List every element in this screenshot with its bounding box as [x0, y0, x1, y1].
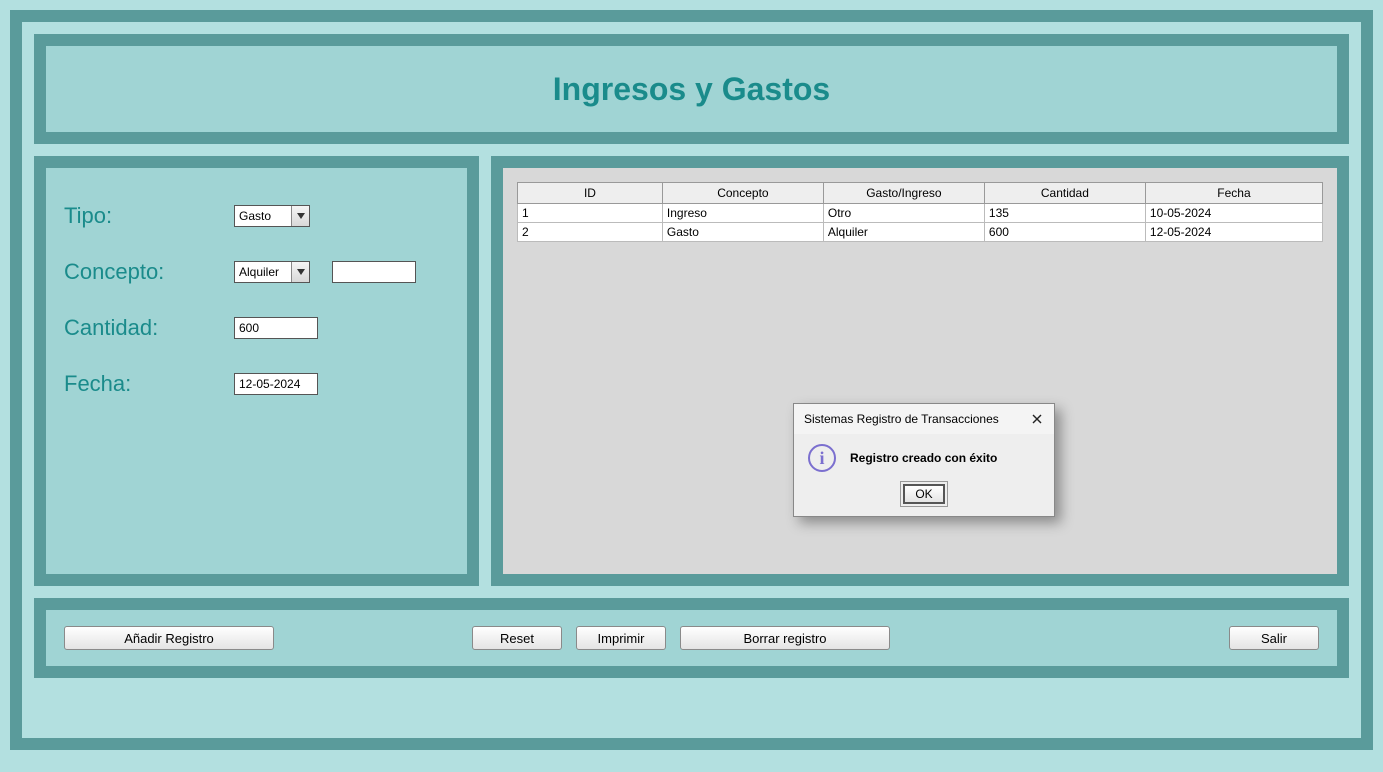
table-row[interactable]: 2 Gasto Alquiler 600 12-05-2024: [518, 223, 1323, 242]
label-concepto: Concepto:: [64, 259, 234, 285]
chevron-down-icon: [291, 206, 309, 226]
th-cantidad[interactable]: Cantidad: [984, 183, 1145, 204]
exit-button[interactable]: Salir: [1229, 626, 1319, 650]
table-panel: ID Concepto Gasto/Ingreso Cantidad Fecha…: [491, 156, 1349, 586]
row-concepto: Concepto: Alquiler: [64, 244, 449, 300]
th-gi[interactable]: Gasto/Ingreso: [823, 183, 984, 204]
confirmation-dialog: Sistemas Registro de Transacciones i Reg…: [793, 403, 1055, 517]
select-concepto-value: Alquiler: [235, 262, 291, 282]
ok-button[interactable]: OK: [903, 484, 944, 504]
print-button[interactable]: Imprimir: [576, 626, 666, 650]
dialog-button-row: OK: [794, 478, 1054, 516]
label-tipo: Tipo:: [64, 203, 234, 229]
th-concepto[interactable]: Concepto: [662, 183, 823, 204]
th-id[interactable]: ID: [518, 183, 663, 204]
dialog-message: Registro creado con éxito: [850, 451, 997, 465]
dialog-title-text: Sistemas Registro de Transacciones: [804, 412, 999, 426]
page-title: Ingresos y Gastos: [553, 71, 830, 108]
button-panel: Añadir Registro Reset Imprimir Borrar re…: [34, 598, 1349, 678]
dialog-body: i Registro creado con éxito: [794, 434, 1054, 478]
label-fecha: Fecha:: [64, 371, 234, 397]
close-icon[interactable]: [1028, 410, 1046, 428]
info-icon: i: [808, 444, 836, 472]
title-panel: Ingresos y Gastos: [34, 34, 1349, 144]
add-record-button[interactable]: Añadir Registro: [64, 626, 274, 650]
th-fecha[interactable]: Fecha: [1145, 183, 1322, 204]
transactions-table: ID Concepto Gasto/Ingreso Cantidad Fecha…: [517, 182, 1323, 242]
select-concepto[interactable]: Alquiler: [234, 261, 310, 283]
delete-record-button[interactable]: Borrar registro: [680, 626, 890, 650]
select-tipo-value: Gasto: [235, 206, 291, 226]
select-tipo[interactable]: Gasto: [234, 205, 310, 227]
form-panel: Tipo: Gasto Concepto: Alquiler: [34, 156, 479, 586]
table-header-row: ID Concepto Gasto/Ingreso Cantidad Fecha: [518, 183, 1323, 204]
chevron-down-icon: [291, 262, 309, 282]
input-cantidad[interactable]: [234, 317, 318, 339]
input-fecha[interactable]: [234, 373, 318, 395]
table-row[interactable]: 1 Ingreso Otro 135 10-05-2024: [518, 204, 1323, 223]
main-frame: Ingresos y Gastos Tipo: Gasto Concepto:: [10, 10, 1373, 750]
content-row: Tipo: Gasto Concepto: Alquiler: [34, 156, 1349, 586]
row-cantidad: Cantidad:: [64, 300, 449, 356]
reset-button[interactable]: Reset: [472, 626, 562, 650]
input-concepto-extra[interactable]: [332, 261, 416, 283]
row-tipo: Tipo: Gasto: [64, 188, 449, 244]
label-cantidad: Cantidad:: [64, 315, 234, 341]
app-window: Ingresos y Gastos Tipo: Gasto Concepto:: [0, 0, 1383, 772]
dialog-titlebar: Sistemas Registro de Transacciones: [794, 404, 1054, 434]
row-fecha: Fecha:: [64, 356, 449, 412]
